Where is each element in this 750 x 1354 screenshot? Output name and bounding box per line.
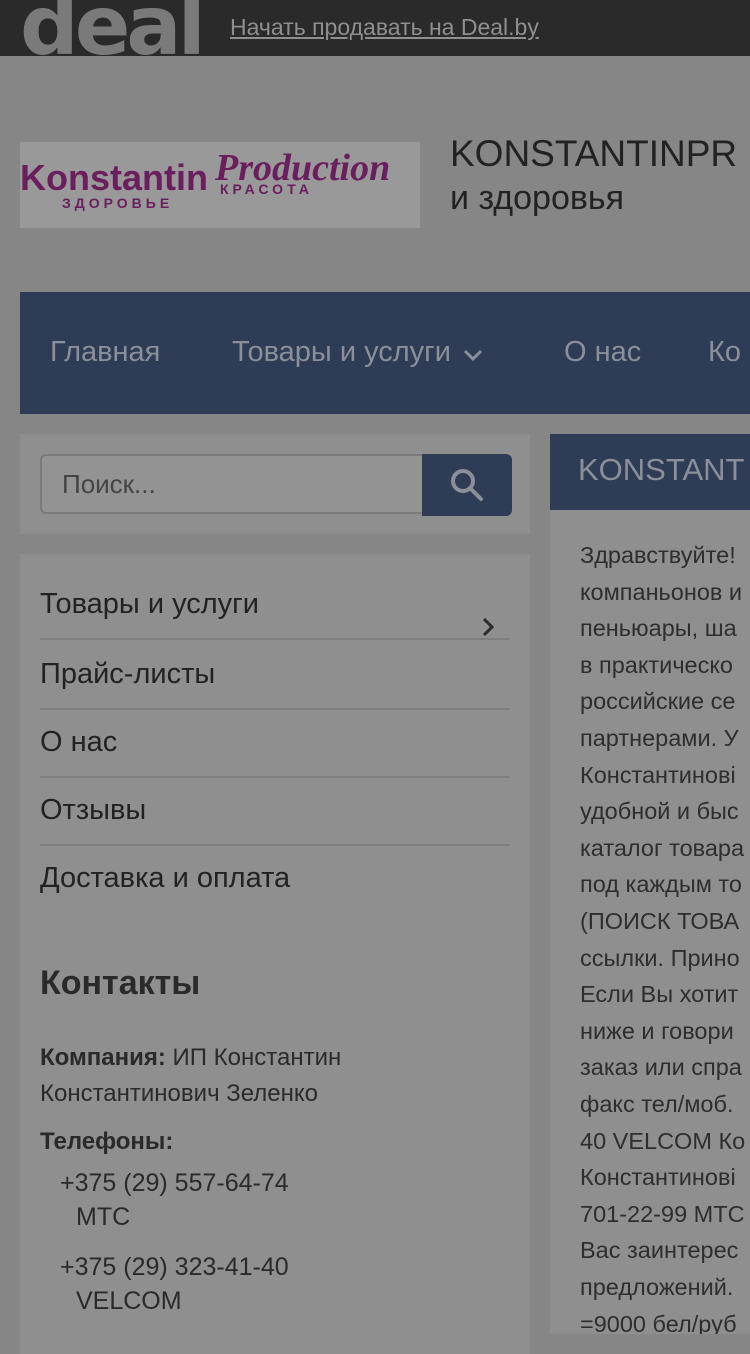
sidebar-item-label: Прайс-листы xyxy=(40,658,216,690)
phone-number[interactable]: +375 (29) 323-41-40 xyxy=(60,1253,289,1281)
content-body: Здравствуйте! компаньонов и пеньюары, ша в … xyxy=(550,510,750,1334)
sidebar-item-pricelists[interactable]: Прайс-листы xyxy=(40,640,510,710)
sidebar-item-about[interactable]: О нас xyxy=(40,708,510,778)
content-heading: KONSTANT xyxy=(578,452,745,487)
phone-operator: МТС xyxy=(76,1203,131,1231)
shop-logo[interactable]: Konstantin Production ЗДОРОВЬЕ КРАСОТА xyxy=(20,142,420,228)
nav-products-label: Товары и услуги xyxy=(232,336,451,368)
nav-about[interactable]: О нас xyxy=(564,332,641,372)
search-panel: Поиск... xyxy=(20,434,530,534)
search-button[interactable] xyxy=(422,454,512,516)
content-text-line: Здравствуйте! xyxy=(580,542,736,568)
phones-label: Телефоны: xyxy=(40,1128,174,1155)
content-text-line: предложений. xyxy=(580,1274,734,1300)
sidebar-item-label: Отзывы xyxy=(40,794,147,826)
phone-operator: VELCOM xyxy=(76,1287,182,1315)
search-input[interactable]: Поиск... xyxy=(40,454,422,514)
content-text-line: Вас заинтерес xyxy=(580,1237,739,1264)
sidebar-item-label: О нас xyxy=(40,726,118,758)
phone-entry[interactable]: +375 (29) 557-64-74 МТС xyxy=(60,1166,289,1234)
logo-sub-2: КРАСОТА xyxy=(220,181,313,197)
company-info: Компания: ИП Константин Константинович З… xyxy=(40,1040,510,1112)
content-text-line: ниже и говори xyxy=(580,1017,734,1044)
content-text-line: в практическо xyxy=(580,651,733,678)
chevron-down-icon xyxy=(463,333,483,373)
content-text-line: Константинові xyxy=(580,761,736,788)
content-heading-bar: KONSTANT xyxy=(550,434,750,510)
content-text-line: 40 VELCOM Ко xyxy=(580,1127,746,1154)
content-text-line: Если Вы хотит xyxy=(580,981,739,1008)
shop-title: KONSTANTINPR и здоровья xyxy=(450,132,750,220)
sidebar-item-delivery[interactable]: Доставка и оплата xyxy=(40,844,510,912)
content-text-line: 701-22-99 МТС xyxy=(580,1200,745,1227)
deal-logo[interactable]: deal xyxy=(20,0,206,56)
shop-title-line2: и здоровья xyxy=(450,179,625,217)
content-text-line: пеньюары, ша xyxy=(580,615,737,642)
start-selling-link[interactable]: Начать продавать на Deal.by xyxy=(230,14,539,41)
nav-contacts[interactable]: Ко xyxy=(708,332,741,372)
content-text-line: удобной и быс xyxy=(580,798,739,825)
sidebar-item-reviews[interactable]: Отзывы xyxy=(40,776,510,846)
main-navigation: Главная Товары и услуги О нас Ко xyxy=(20,292,750,414)
content-text-line: партнерами. У xyxy=(580,725,739,751)
phone-number[interactable]: +375 (29) 557-64-74 xyxy=(60,1169,289,1197)
logo-sub-1: ЗДОРОВЬЕ xyxy=(62,195,173,211)
nav-home[interactable]: Главная xyxy=(50,332,160,372)
sidebar-item-label: Товары и услуги xyxy=(40,588,259,620)
sidebar: Товары и услуги Прайс-листы О нас Отзывы… xyxy=(20,554,530,1354)
content-text-line: компаньонов и xyxy=(580,578,743,605)
content-text-line: российские се xyxy=(580,688,736,715)
content-text-line: факс тел/моб. xyxy=(580,1091,734,1117)
content-text-line: (ПОИСК ТОВА xyxy=(580,908,740,934)
shop-title-line1: KONSTANTINPR xyxy=(450,133,738,174)
nav-home-label: Главная xyxy=(50,336,161,368)
nav-products[interactable]: Товары и услуги xyxy=(232,332,483,373)
top-bar: deal Начать продавать на Deal.by xyxy=(0,0,750,56)
content-text-line: Константинові xyxy=(580,1164,736,1191)
sidebar-item-label: Доставка и оплата xyxy=(40,862,291,894)
sidebar-item-products[interactable]: Товары и услуги xyxy=(40,570,510,640)
phone-entry[interactable]: +375 (29) 323-41-40 VELCOM xyxy=(60,1250,289,1318)
nav-contacts-label: Ко xyxy=(708,336,742,368)
content-text-line: под каждым то xyxy=(580,871,742,898)
content-text-line: заказ или спра xyxy=(580,1054,742,1081)
logo-word-1: Konstantin xyxy=(20,157,208,198)
company-label: Компания: xyxy=(40,1044,166,1071)
nav-about-label: О нас xyxy=(564,336,642,368)
content-text-line: каталог товара xyxy=(580,834,745,861)
content-text-line: ссылки. Прино xyxy=(580,944,740,971)
content-text-line: =9000 бел/руб xyxy=(580,1310,737,1334)
contacts-heading: Контакты xyxy=(40,964,201,1002)
